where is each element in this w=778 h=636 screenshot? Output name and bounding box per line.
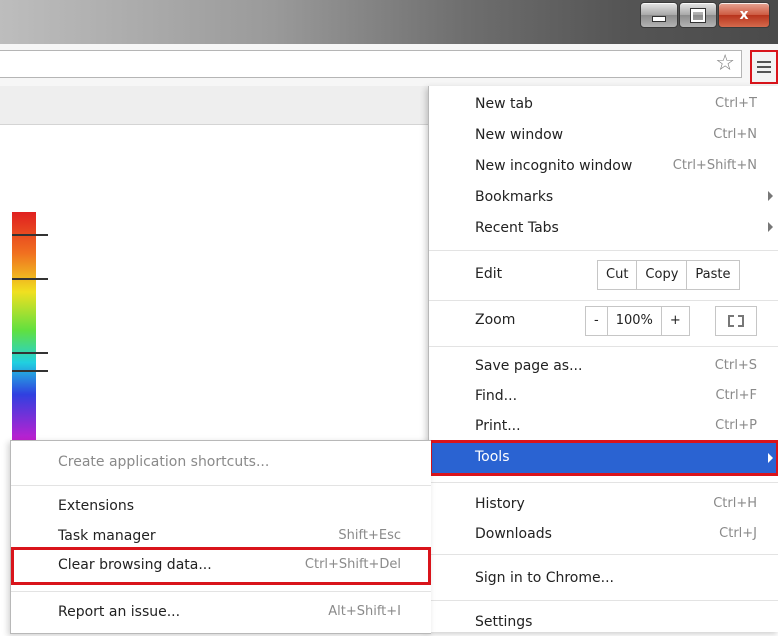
submenu-arrow-icon: [768, 191, 773, 201]
menu-item-label: Extensions: [58, 498, 135, 514]
menu-item-label: New window: [475, 127, 564, 143]
menu-separator: [429, 250, 778, 251]
fullscreen-button[interactable]: [715, 306, 757, 336]
menu-item-label: Downloads: [475, 526, 552, 542]
menu-item-label: Print...: [475, 418, 521, 434]
menu-item-label: New incognito window: [475, 158, 633, 174]
edit-button-group: Cut Copy Paste: [597, 260, 740, 290]
strip-marker: [12, 352, 48, 354]
menu-separator: [429, 346, 778, 347]
maximize-button[interactable]: [679, 2, 717, 28]
zoom-in-button[interactable]: +: [660, 307, 689, 335]
paste-button[interactable]: Paste: [686, 261, 738, 289]
menu-item-label: New tab: [475, 96, 533, 112]
shortcut-label: Ctrl+S: [714, 358, 757, 373]
menu-item-settings[interactable]: Settings: [429, 610, 778, 636]
menu-item-new-window[interactable]: New window Ctrl+N: [429, 123, 778, 149]
menu-item-label: Sign in to Chrome...: [475, 570, 614, 586]
shortcut-label: Ctrl+T: [715, 96, 757, 111]
menu-separator: [11, 485, 431, 486]
menu-item-save-page[interactable]: Save page as... Ctrl+S: [429, 354, 778, 380]
menu-separator: [429, 482, 778, 483]
menu-item-label: Create application shortcuts...: [58, 454, 270, 470]
menu-item-label: Recent Tabs: [475, 220, 559, 236]
shortcut-label: Ctrl+J: [719, 526, 757, 541]
copy-button[interactable]: Copy: [636, 261, 686, 289]
strip-marker: [12, 278, 48, 280]
menu-item-label: Tools: [475, 449, 510, 465]
submenu-item-clear-browsing-data[interactable]: Clear browsing data... Ctrl+Shift+Del: [11, 547, 431, 585]
menu-separator: [429, 600, 778, 601]
chrome-main-menu: New tab Ctrl+T New window Ctrl+N New inc…: [428, 86, 778, 632]
menu-item-label: Report an issue...: [58, 604, 181, 620]
menu-item-new-incognito[interactable]: New incognito window Ctrl+Shift+N: [429, 154, 778, 180]
menu-item-new-tab[interactable]: New tab Ctrl+T: [429, 92, 778, 118]
maximize-icon: [690, 7, 706, 23]
window-controls: x: [639, 2, 770, 30]
menu-item-label: Clear browsing data...: [58, 557, 212, 573]
shortcut-label: Ctrl+F: [715, 388, 757, 403]
page-header-bar: [0, 86, 430, 125]
shortcut-label: Ctrl+N: [713, 127, 757, 142]
hamburger-menu-icon: [757, 58, 771, 76]
menu-separator: [429, 300, 778, 301]
star-icon[interactable]: ☆: [715, 53, 735, 75]
menu-item-label: Edit: [475, 266, 503, 282]
menu-item-bookmarks[interactable]: Bookmarks: [429, 185, 778, 211]
shortcut-label: Shift+Esc: [338, 528, 401, 543]
window-titlebar: x: [0, 0, 778, 44]
menu-item-label: Zoom: [475, 312, 516, 328]
submenu-item-task-manager[interactable]: Task manager Shift+Esc: [11, 523, 431, 549]
shortcut-label: Ctrl+H: [713, 496, 757, 511]
menu-item-history[interactable]: History Ctrl+H: [429, 492, 778, 518]
chrome-menu-button[interactable]: [750, 50, 778, 84]
menu-item-label: History: [475, 496, 525, 512]
color-spectrum-strip: [12, 212, 48, 440]
menu-item-find[interactable]: Find... Ctrl+F: [429, 384, 778, 410]
menu-item-label: Find...: [475, 388, 518, 404]
shortcut-label: Ctrl+Shift+Del: [304, 557, 401, 572]
menu-item-label: Settings: [475, 614, 533, 630]
shortcut-label: Ctrl+P: [715, 418, 757, 433]
menu-item-recent-tabs[interactable]: Recent Tabs: [429, 216, 778, 242]
shortcut-label: Alt+Shift+I: [328, 604, 401, 619]
fullscreen-icon: [728, 315, 744, 327]
submenu-arrow-icon: [768, 222, 773, 232]
minimize-button[interactable]: [640, 2, 678, 28]
submenu-item-report-issue[interactable]: Report an issue... Alt+Shift+I: [11, 599, 431, 625]
shortcut-label: Ctrl+Shift+N: [672, 158, 757, 173]
tools-submenu: Create application shortcuts... Extensio…: [10, 440, 431, 634]
strip-marker: [12, 370, 48, 372]
strip-marker: [12, 234, 48, 236]
zoom-control-group: - 100% +: [585, 306, 690, 336]
cut-button[interactable]: Cut: [598, 261, 636, 289]
submenu-item-extensions[interactable]: Extensions: [11, 493, 431, 519]
submenu-arrow-icon: [768, 453, 773, 463]
close-icon: x: [739, 7, 749, 23]
minimize-icon: [652, 16, 666, 22]
menu-separator: [11, 591, 431, 592]
menu-item-print[interactable]: Print... Ctrl+P: [429, 414, 778, 440]
menu-item-downloads[interactable]: Downloads Ctrl+J: [429, 522, 778, 548]
close-button[interactable]: x: [718, 2, 770, 28]
menu-item-label: Save page as...: [475, 358, 583, 374]
zoom-level-value: 100%: [606, 307, 661, 335]
menu-item-tools[interactable]: Tools: [429, 440, 778, 476]
zoom-out-button[interactable]: -: [586, 307, 607, 335]
menu-item-label: Bookmarks: [475, 189, 554, 205]
address-bar[interactable]: ☆: [0, 50, 742, 78]
menu-item-sign-in[interactable]: Sign in to Chrome...: [429, 566, 778, 592]
browser-toolbar: ☆: [0, 44, 778, 87]
menu-item-label: Task manager: [58, 528, 156, 544]
submenu-item-create-shortcuts: Create application shortcuts...: [11, 449, 431, 475]
menu-separator: [429, 554, 778, 555]
